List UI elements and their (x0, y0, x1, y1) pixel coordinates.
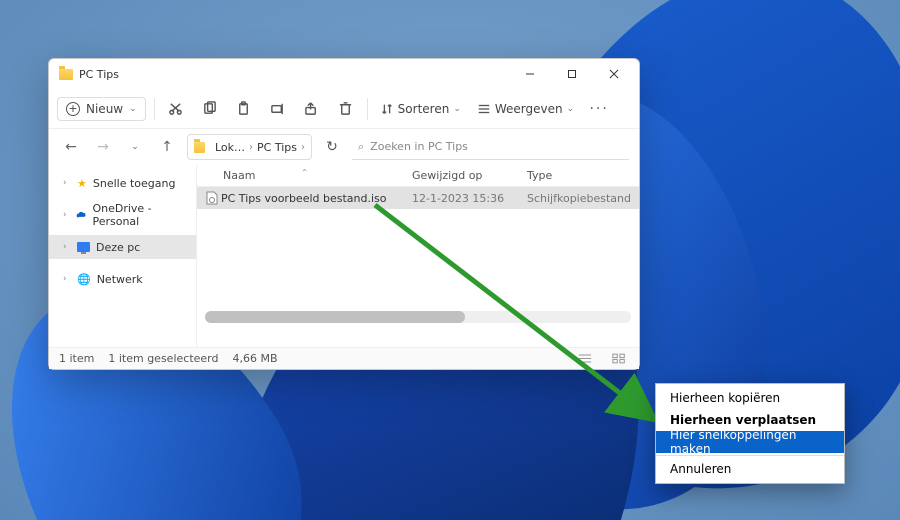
col-modified: Gewijzigd op (412, 169, 527, 182)
up-button[interactable]: ↑ (155, 135, 179, 159)
chevron-right-icon: › (63, 242, 71, 252)
file-explorer-window: PC Tips + Nieuw ⌄ (48, 58, 640, 370)
share-button[interactable] (299, 96, 325, 122)
file-list: ⌃ Naam Gewijzigd op Type PC Tips voorbee… (197, 165, 639, 347)
search-icon: ⌕ (358, 140, 364, 154)
file-name: PC Tips voorbeeld bestand.iso (221, 192, 412, 205)
status-item-count: 1 item (59, 352, 94, 365)
folder-icon (194, 142, 205, 153)
address-bar: ← → ⌄ ↑ Lok… › PC Tips › ↻ ⌕ Zoeken in P… (49, 129, 639, 165)
chevron-right-icon: › (249, 142, 253, 153)
chevron-right-icon: › (63, 178, 71, 188)
cut-button[interactable] (163, 96, 189, 122)
sort-button[interactable]: Sorteren ⌄ (376, 100, 465, 118)
sort-indicator-icon: ⌃ (301, 168, 308, 177)
sidebar-item-label: Netwerk (97, 273, 143, 286)
paste-button[interactable] (231, 96, 257, 122)
drop-context-menu: Hierheen kopiëren Hierheen verplaatsen H… (655, 383, 845, 484)
chevron-down-icon: ⌄ (453, 104, 461, 114)
sidebar-item-onedrive[interactable]: › OneDrive - Personal (49, 203, 196, 227)
separator (367, 98, 368, 120)
column-headers[interactable]: ⌃ Naam Gewijzigd op Type (197, 165, 639, 187)
chevron-right-icon: › (63, 274, 71, 284)
recent-button[interactable]: ⌄ (123, 135, 147, 159)
globe-icon: 🌐 (77, 273, 91, 286)
new-label: Nieuw (86, 102, 123, 116)
forward-button[interactable]: → (91, 135, 115, 159)
icons-view-button[interactable] (609, 351, 629, 367)
file-date: 12-1-2023 15:36 (412, 192, 527, 205)
breadcrumb-seg: Lok… (215, 141, 245, 154)
breadcrumb[interactable]: Lok… › PC Tips › (187, 134, 312, 160)
view-label: Weergeven (495, 102, 563, 116)
ctx-create-shortcut-here[interactable]: Hier snelkoppelingen maken (656, 431, 844, 453)
minimize-button[interactable] (509, 60, 551, 88)
rename-button[interactable] (265, 96, 291, 122)
ctx-copy-here[interactable]: Hierheen kopiëren (656, 387, 844, 409)
chevron-down-icon: ⌄ (129, 104, 137, 114)
details-view-button[interactable] (575, 351, 595, 367)
titlebar[interactable]: PC Tips (49, 59, 639, 89)
file-row[interactable]: PC Tips voorbeeld bestand.iso 12-1-2023 … (197, 187, 639, 209)
sidebar-item-label: OneDrive - Personal (92, 202, 188, 228)
scrollbar-thumb[interactable] (205, 311, 465, 323)
maximize-button[interactable] (551, 60, 593, 88)
star-icon: ★ (77, 177, 87, 190)
more-button[interactable]: ··· (586, 96, 612, 122)
cloud-icon (76, 209, 86, 221)
copy-button[interactable] (197, 96, 223, 122)
breadcrumb-seg: PC Tips (257, 141, 297, 154)
sidebar-item-this-pc[interactable]: › Deze pc (49, 235, 196, 259)
col-type: Type (527, 169, 639, 182)
status-selected: 1 item geselecteerd (108, 352, 218, 365)
file-type: Schijfkopiebestand (527, 192, 639, 205)
chevron-right-icon: › (301, 142, 305, 153)
col-name: Naam (223, 169, 255, 182)
monitor-icon (77, 242, 90, 252)
sidebar: › ★ Snelle toegang › OneDrive - Personal… (49, 165, 197, 347)
delete-button[interactable] (333, 96, 359, 122)
view-button[interactable]: Weergeven ⌄ (473, 100, 578, 118)
disc-image-icon (203, 191, 221, 205)
horizontal-scrollbar[interactable] (205, 311, 631, 323)
status-size: 4,66 MB (232, 352, 277, 365)
search-input[interactable]: ⌕ Zoeken in PC Tips (352, 134, 629, 160)
refresh-button[interactable]: ↻ (320, 135, 344, 159)
close-button[interactable] (593, 60, 635, 88)
status-bar: 1 item 1 item geselecteerd 4,66 MB (49, 347, 639, 369)
separator (154, 98, 155, 120)
chevron-right-icon: › (63, 210, 70, 220)
search-placeholder: Zoeken in PC Tips (370, 140, 468, 153)
ctx-cancel[interactable]: Annuleren (656, 458, 844, 480)
plus-icon: + (66, 102, 80, 116)
window-title: PC Tips (79, 68, 119, 81)
new-button[interactable]: + Nieuw ⌄ (57, 97, 146, 121)
sidebar-item-label: Snelle toegang (93, 177, 176, 190)
sort-label: Sorteren (398, 102, 450, 116)
sidebar-item-quick-access[interactable]: › ★ Snelle toegang (49, 171, 196, 195)
back-button[interactable]: ← (59, 135, 83, 159)
folder-icon (59, 69, 73, 80)
toolbar: + Nieuw ⌄ Sorteren ⌄ Wee (49, 89, 639, 129)
sidebar-item-label: Deze pc (96, 241, 140, 254)
chevron-down-icon: ⌄ (567, 104, 575, 114)
sidebar-item-network[interactable]: › 🌐 Netwerk (49, 267, 196, 291)
